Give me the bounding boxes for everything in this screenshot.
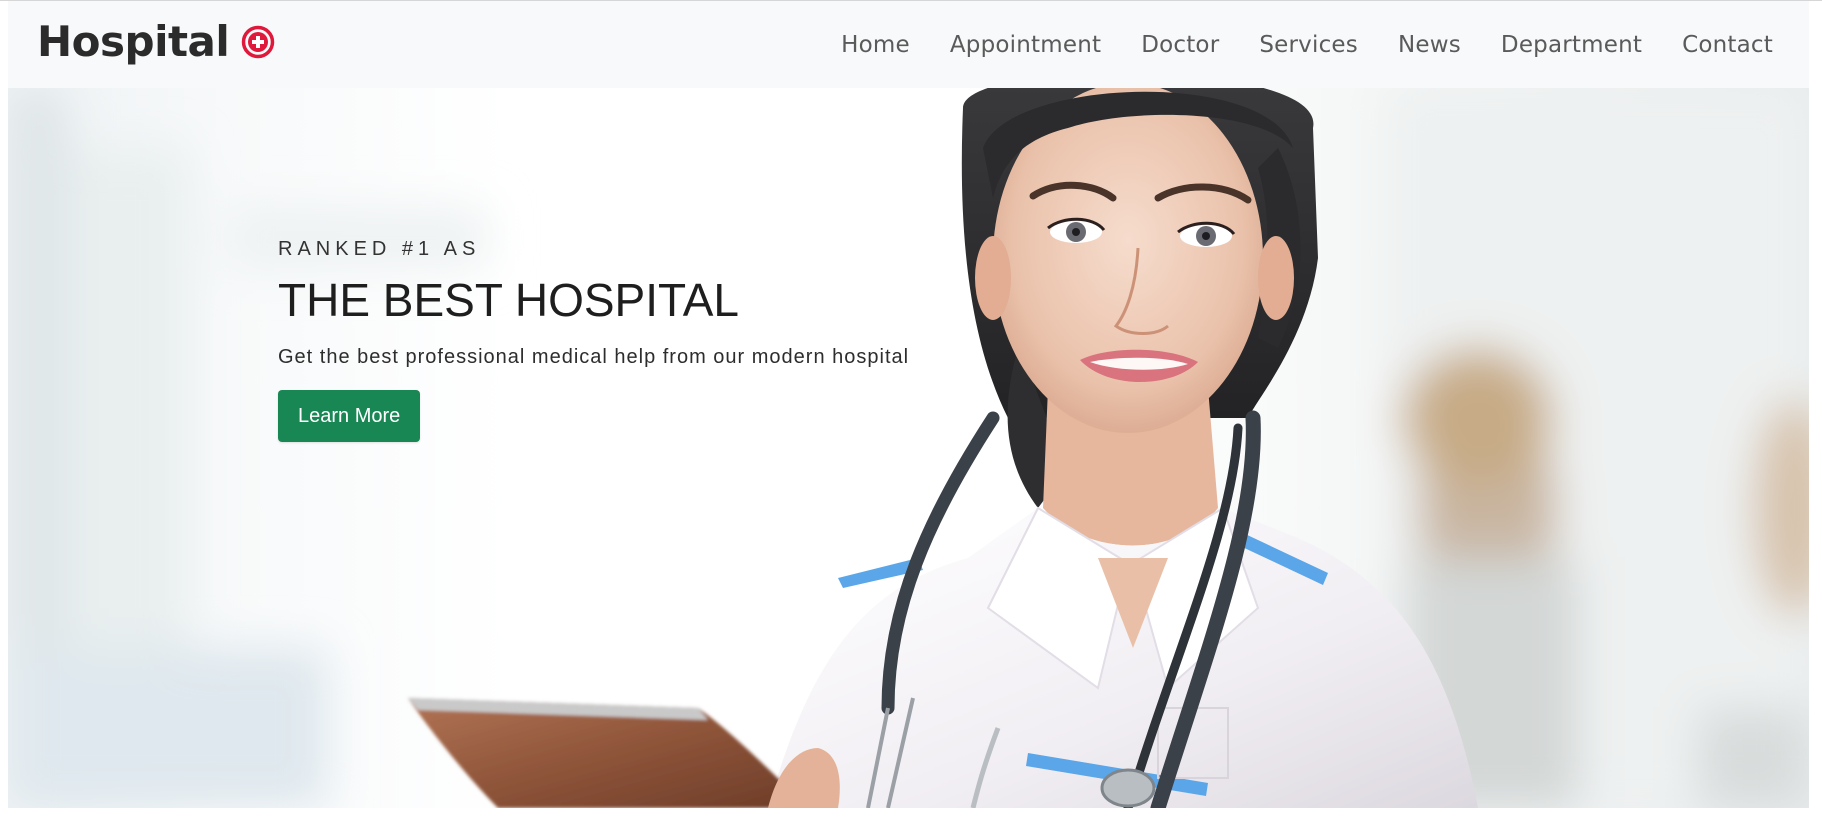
hero-banner: RANKED #1 AS THE BEST HOSPITAL Get the b… — [8, 88, 1809, 808]
nav-link-services[interactable]: Services — [1259, 25, 1358, 65]
nav-link-doctor[interactable]: Doctor — [1141, 25, 1219, 65]
nav-link-home[interactable]: Home — [841, 25, 910, 65]
hero-image — [8, 88, 1809, 808]
page: Hospital Home Appointment Doctor Service… — [0, 0, 1822, 823]
hero-subline: Get the best professional medical help f… — [278, 346, 910, 368]
nav-link-department[interactable]: Department — [1501, 25, 1642, 65]
nav-menu: Home Appointment Doctor Services News De… — [801, 25, 1773, 65]
brand-logo-link[interactable]: Hospital — [37, 16, 275, 68]
nav-link-news[interactable]: News — [1398, 25, 1461, 65]
hero-headline: THE BEST HOSPITAL — [278, 274, 739, 326]
navbar: Hospital Home Appointment Doctor Service… — [8, 1, 1809, 88]
nav-link-appointment[interactable]: Appointment — [950, 25, 1101, 65]
hero-content: RANKED #1 AS THE BEST HOSPITAL Get the b… — [278, 236, 998, 442]
brand-name: Hospital — [37, 17, 230, 66]
hero-kicker: RANKED #1 AS — [278, 238, 481, 260]
nav-link-contact[interactable]: Contact — [1682, 25, 1773, 65]
learn-more-button[interactable]: Learn More — [278, 390, 421, 442]
medical-cross-icon — [241, 25, 275, 59]
